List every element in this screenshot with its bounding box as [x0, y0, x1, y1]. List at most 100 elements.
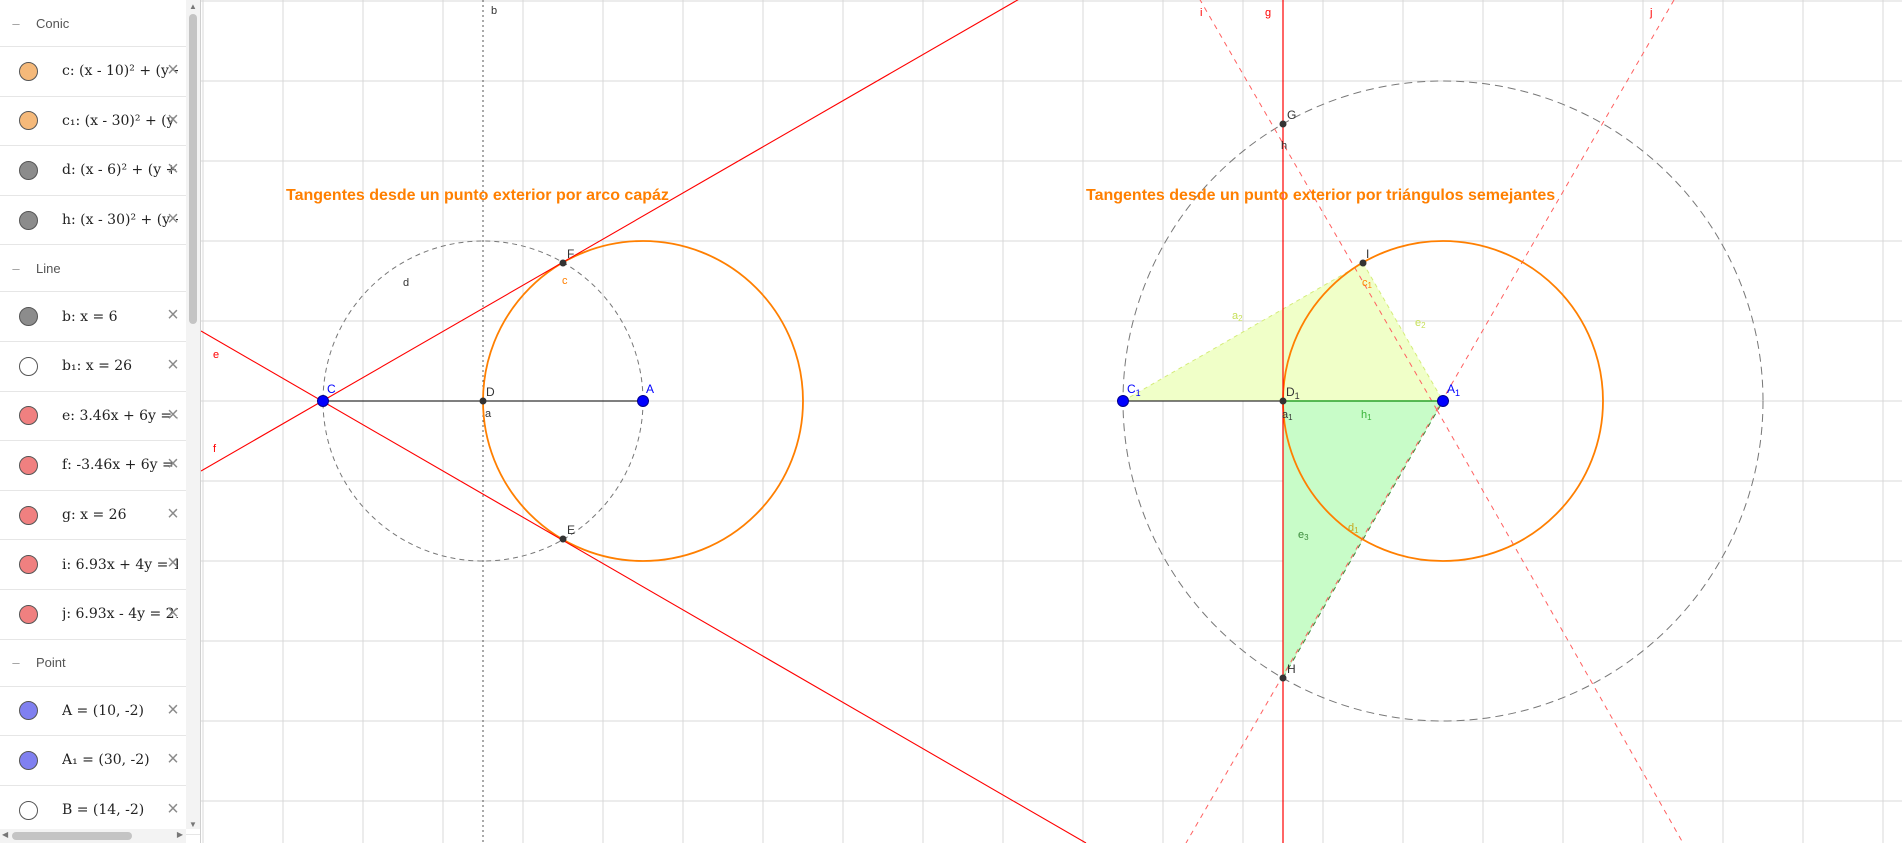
visibility-toggle-icon[interactable] [19, 455, 38, 475]
algebra-item[interactable]: b: x = 6 × [0, 292, 200, 342]
algebra-expression[interactable]: e: 3.46x + 6y = 5.0 [62, 408, 178, 424]
label-a2: a2 [1232, 310, 1243, 323]
visibility-toggle-icon[interactable] [19, 505, 38, 525]
algebra-vertical-scrollbar[interactable]: ▲ ▼ [186, 0, 200, 829]
delete-close-icon[interactable]: × [163, 749, 183, 769]
collapse-minus-icon[interactable]: – [6, 655, 26, 670]
delete-close-icon[interactable]: × [163, 209, 183, 229]
visibility-toggle-icon[interactable] [19, 406, 38, 426]
label-F: F [567, 247, 574, 261]
label-e2: e2 [1415, 317, 1426, 330]
algebra-horizontal-scrollbar[interactable]: ◀ ▶ [0, 829, 186, 843]
visibility-toggle-icon[interactable] [19, 604, 38, 624]
point-E[interactable] [559, 535, 567, 543]
point-H[interactable] [1279, 674, 1287, 682]
algebra-item[interactable]: c₁: (x - 30)² + (y + 2)² = 64× [0, 97, 200, 147]
line-i-lower[interactable] [1436, 409, 1684, 843]
visibility-toggle-icon[interactable] [19, 61, 38, 81]
scroll-left-arrow-icon[interactable]: ◀ [2, 830, 8, 839]
label-D: D [486, 385, 495, 399]
title-right[interactable]: Tangentes desde un punto exterior por tr… [1086, 187, 1555, 204]
delete-close-icon[interactable]: × [163, 700, 183, 720]
point-A[interactable] [637, 395, 649, 407]
algebra-item[interactable]: c: (x - 10)² + (y + 2)² = 64× [0, 47, 200, 97]
label-E: E [567, 523, 575, 537]
point-C[interactable] [317, 395, 329, 407]
delete-close-icon[interactable]: × [163, 60, 183, 80]
algebra-expression[interactable]: c: (x - 10)² + (y + 2)² = 64 [62, 63, 178, 79]
algebra-expression[interactable]: B = (14, -2) [62, 802, 178, 818]
point-G[interactable] [1279, 120, 1287, 128]
algebra-item[interactable]: e: 3.46x + 6y = 5.0× [0, 392, 200, 442]
algebra-item[interactable]: A = (10, -2) × [0, 687, 200, 737]
algebra-expression[interactable]: h: (x - 30)² + (y + 2)² = 256 [62, 212, 178, 228]
algebra-item[interactable]: B = (14, -2) × [0, 786, 200, 836]
algebra-expression[interactable]: c₁: (x - 30)² + (y + 2)² = 64 [62, 113, 178, 129]
collapse-minus-icon[interactable]: – [6, 16, 26, 31]
visibility-toggle-icon[interactable] [19, 750, 38, 770]
tangent-line-f[interactable] [201, 330, 1087, 843]
point-A1[interactable] [1437, 395, 1449, 407]
visibility-toggle-icon[interactable] [19, 356, 38, 376]
point-F[interactable] [559, 259, 567, 267]
algebra-expression[interactable]: d: (x - 6)² + (y + 2)² = 64 [62, 162, 178, 178]
algebra-item[interactable]: A₁ = (30, -2) × [0, 736, 200, 786]
delete-close-icon[interactable]: × [163, 603, 183, 623]
label-j: j [1649, 7, 1652, 19]
graphics-view[interactable]: Tangentes desde un punto exterior por ar… [201, 0, 1902, 843]
point-C1[interactable] [1117, 395, 1129, 407]
delete-close-icon[interactable]: × [163, 159, 183, 179]
algebra-item[interactable]: j: 6.93x - 4y = 215.9× [0, 590, 200, 640]
visibility-toggle-icon[interactable] [19, 800, 38, 820]
algebra-expression[interactable]: A = (10, -2) [62, 703, 178, 719]
delete-close-icon[interactable]: × [163, 553, 183, 573]
visibility-toggle-icon[interactable] [19, 210, 38, 230]
algebra-item[interactable]: h: (x - 30)² + (y + 2)² = 256× [0, 196, 200, 246]
delete-close-icon[interactable]: × [163, 454, 183, 474]
delete-close-icon[interactable]: × [163, 355, 183, 375]
delete-close-icon[interactable]: × [163, 110, 183, 130]
collapse-minus-icon[interactable]: – [6, 261, 26, 276]
right-construction [1122, 0, 1764, 843]
algebra-expression[interactable]: j: 6.93x - 4y = 215.9 [62, 606, 178, 622]
visibility-toggle-icon[interactable] [19, 555, 38, 575]
label-h: h [1281, 140, 1287, 152]
visibility-toggle-icon[interactable] [19, 701, 38, 721]
delete-close-icon[interactable]: × [163, 799, 183, 819]
group-header-point[interactable]: – Point [0, 640, 200, 687]
delete-close-icon[interactable]: × [163, 504, 183, 524]
horizontal-scroll-thumb[interactable] [12, 832, 132, 840]
visibility-toggle-icon[interactable] [19, 160, 38, 180]
group-header-line[interactable]: – Line [0, 245, 200, 293]
delete-close-icon[interactable]: × [163, 305, 183, 325]
label-A: A [646, 382, 654, 396]
algebra-item[interactable]: b₁: x = 26 × [0, 342, 200, 392]
title-left[interactable]: Tangentes desde un punto exterior por ar… [286, 187, 669, 204]
algebra-item[interactable]: g: x = 26 × [0, 491, 200, 541]
algebra-item[interactable]: i: 6.93x + 4y = 199× [0, 540, 200, 590]
algebra-expression[interactable]: b₁: x = 26 [62, 358, 178, 374]
algebra-expression[interactable]: b: x = 6 [62, 309, 178, 325]
visibility-toggle-icon[interactable] [19, 111, 38, 131]
label-f: f [213, 443, 217, 455]
algebra-item[interactable]: d: (x - 6)² + (y + 2)² = 64× [0, 146, 200, 196]
algebra-expression[interactable]: f: -3.46x + 6y = -18 [62, 457, 178, 473]
group-header-conic[interactable]: – Conic [0, 0, 200, 47]
algebra-expression[interactable]: A₁ = (30, -2) [62, 752, 178, 768]
algebra-expression[interactable]: i: 6.93x + 4y = 199 [62, 557, 178, 573]
scroll-up-arrow-icon[interactable]: ▲ [189, 2, 197, 11]
algebra-expression[interactable]: g: x = 26 [62, 507, 178, 523]
label-C1: C1 [1127, 382, 1141, 398]
group-name: Conic [36, 15, 70, 31]
scroll-down-arrow-icon[interactable]: ▼ [189, 820, 197, 829]
vertical-scroll-thumb[interactable] [189, 14, 197, 324]
visibility-toggle-icon[interactable] [19, 307, 38, 327]
scroll-right-arrow-icon[interactable]: ▶ [177, 830, 183, 839]
label-a: a [485, 408, 492, 420]
delete-close-icon[interactable]: × [163, 405, 183, 425]
left-construction [201, 0, 1087, 843]
algebra-item[interactable]: f: -3.46x + 6y = -18× [0, 441, 200, 491]
label-b: b [491, 5, 497, 17]
label-c: c [562, 275, 568, 287]
label-G: G [1287, 108, 1296, 122]
